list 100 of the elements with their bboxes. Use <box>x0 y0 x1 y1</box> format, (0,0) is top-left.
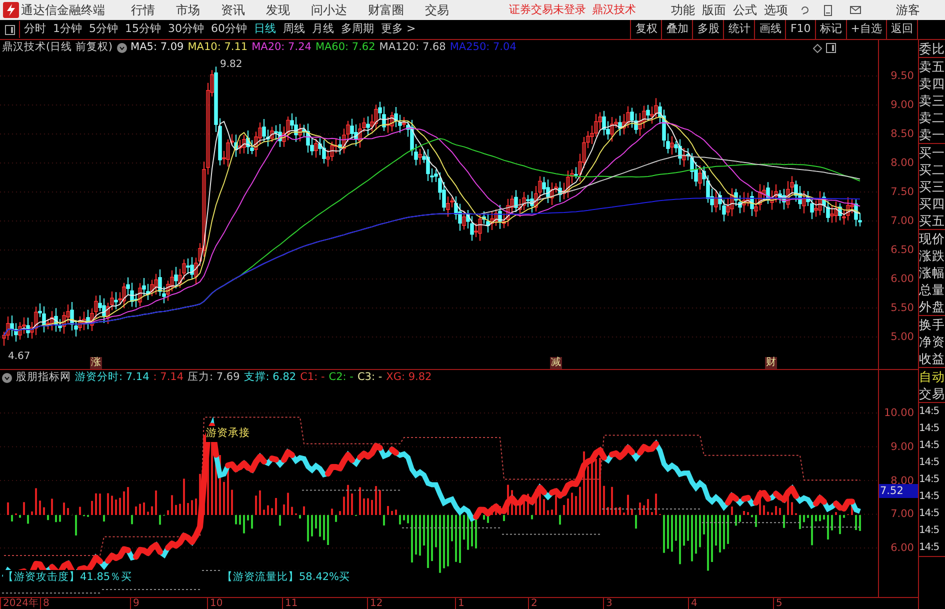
side-panel-label: 涨幅 <box>919 264 945 281</box>
menu-item[interactable]: 交易 <box>425 1 449 19</box>
toolbar-button[interactable]: 复权 <box>630 20 662 39</box>
toolbar-button[interactable]: 统计 <box>723 20 754 39</box>
side-panel-label[interactable]: 自动 <box>919 368 945 385</box>
side-panel-label: 卖一 <box>919 126 945 143</box>
dropdown-icon[interactable] <box>116 43 127 53</box>
menu-item[interactable]: 行情 <box>131 1 155 19</box>
menu-item[interactable]: 版面 <box>702 1 726 19</box>
side-panel-label: 14:5 <box>919 473 940 487</box>
indicator-legend-value: : 7.14 <box>153 370 184 386</box>
period-tab[interactable]: 30分钟 <box>168 21 204 38</box>
period-tab[interactable]: 周线 <box>283 21 305 38</box>
indicator-axis-label: 10.00 <box>884 407 914 419</box>
period-tab[interactable]: 分时 <box>24 21 46 38</box>
side-panel-label: 卖四 <box>919 75 945 92</box>
date-axis-label: 1 <box>455 598 464 609</box>
indicator-axis-label: 8.00 <box>890 474 914 486</box>
side-panel-label: 买二 <box>919 161 945 178</box>
date-axis-label: 12 <box>367 598 383 609</box>
ma-legend-value: MA250: 7.04 <box>450 40 516 56</box>
menu-item[interactable]: 财富圈 <box>368 1 404 19</box>
indicator-title: 股朋指标网 <box>16 370 71 386</box>
period-tab[interactable]: 1分钟 <box>53 21 82 38</box>
high-price-marker: 9.82 <box>220 58 242 72</box>
side-panel-label: 净资 <box>919 333 945 350</box>
refresh-icon[interactable] <box>800 5 810 15</box>
toolbar-button[interactable]: 叠加 <box>661 20 692 39</box>
price-axis-label: 5.00 <box>890 331 914 343</box>
date-axis-label: 8 <box>40 598 50 609</box>
menu-item[interactable]: 选项 <box>764 1 788 19</box>
indicator-axis-label: 6.00 <box>890 542 914 554</box>
menu-item[interactable]: 功能 <box>671 1 695 19</box>
period-tab[interactable]: 5分钟 <box>89 21 118 38</box>
event-marker[interactable]: 财 <box>765 357 777 369</box>
side-panel-label: 14:5 <box>919 456 940 470</box>
app-title: 通达信金融终端 <box>21 2 106 19</box>
side-panel-label: 买四 <box>919 195 945 212</box>
toolbar-button[interactable]: 返回 <box>886 20 917 39</box>
stock-link[interactable]: 鼎汉技术 <box>592 2 636 18</box>
toolbar-button[interactable]: 标记 <box>814 20 846 39</box>
menu-item[interactable]: 公式 <box>733 1 757 19</box>
toolbar-button[interactable]: +自选 <box>846 20 886 39</box>
side-panel-label: 14:5 <box>919 541 940 555</box>
menu-item[interactable]: 市场 <box>176 1 200 19</box>
toolbar-button[interactable]: F10 <box>785 20 815 39</box>
side-panel-label: 收益 <box>919 350 945 367</box>
price-axis-label: 6.00 <box>890 273 914 285</box>
period-tab[interactable]: 更多 > <box>381 21 416 38</box>
date-axis-label: 2 <box>528 598 538 609</box>
menu-item[interactable]: 问小达 <box>311 1 347 19</box>
panel-toggle-icon[interactable] <box>826 43 836 53</box>
event-marker[interactable]: 涨 <box>90 357 102 369</box>
support-label: 游资承接 <box>206 426 250 442</box>
chart-title: 鼎汉技术(日线 前复权) <box>2 40 113 56</box>
side-panel-label: 14:5 <box>919 405 940 419</box>
price-axis-label: 7.50 <box>890 186 914 198</box>
event-marker[interactable]: 减 <box>550 357 562 369</box>
phone-icon[interactable] <box>824 4 832 16</box>
indicator-legend-value: XG: 9.82 <box>386 370 432 386</box>
price-axis-label: 7.00 <box>890 215 914 227</box>
period-tab[interactable]: 60分钟 <box>211 21 247 38</box>
period-tab[interactable]: 15分钟 <box>125 21 161 38</box>
ma-legend-value: MA10: 7.11 <box>188 40 248 56</box>
user-label[interactable]: 游客 <box>896 1 920 19</box>
panel-toggle-icon[interactable] <box>5 24 15 34</box>
indicator-legend-value: 游资分时: 7.14 <box>75 370 150 386</box>
side-panel-label: 换手 <box>919 316 945 333</box>
dropdown-icon[interactable] <box>2 373 12 383</box>
date-axis-label: 11 <box>282 598 298 609</box>
period-tab[interactable]: 日线 <box>254 21 276 38</box>
side-panel-label: 现价 <box>919 230 945 247</box>
toolbar-button[interactable]: 画线 <box>754 20 786 39</box>
period-tab[interactable]: 多周期 <box>341 21 374 38</box>
toolbar-button[interactable]: 多股 <box>692 20 724 39</box>
price-tag: 7.52 <box>879 484 918 498</box>
price-axis-label: 6.50 <box>890 244 914 256</box>
date-axis-label: 2024年 <box>0 598 38 609</box>
price-axis-label: 8.00 <box>890 157 914 169</box>
price-axis-label: 5.50 <box>890 302 914 314</box>
side-panel-label: 14:5 <box>919 422 940 436</box>
mail-icon[interactable] <box>850 6 861 14</box>
ma-legend-value: MA120: 7.68 <box>379 40 446 56</box>
side-panel-label: 买一 <box>919 144 945 161</box>
period-tab[interactable]: 月线 <box>312 21 334 38</box>
price-axis-label: 9.50 <box>890 70 914 82</box>
side-panel-label: 买三 <box>919 178 945 195</box>
diamond-icon[interactable] <box>813 44 822 52</box>
ma-legend-value: MA5: 7.09 <box>130 40 184 56</box>
side-panel-label: 14:5 <box>919 507 940 521</box>
indicator-legend-value: C3: - <box>357 370 382 386</box>
side-panel-label: 卖二 <box>919 109 945 126</box>
side-panel-label: 14:5 <box>919 524 940 538</box>
indicator-axis-label: 7.00 <box>890 508 914 520</box>
side-panel-label: 涨跌 <box>919 247 945 264</box>
menu-item[interactable]: 资讯 <box>221 1 245 19</box>
side-panel-label: 卖五 <box>919 58 945 75</box>
side-panel-label: 交易 <box>919 385 945 402</box>
menu-item[interactable]: 发现 <box>266 1 290 19</box>
indicator-legend-value: C1: - <box>300 370 325 386</box>
